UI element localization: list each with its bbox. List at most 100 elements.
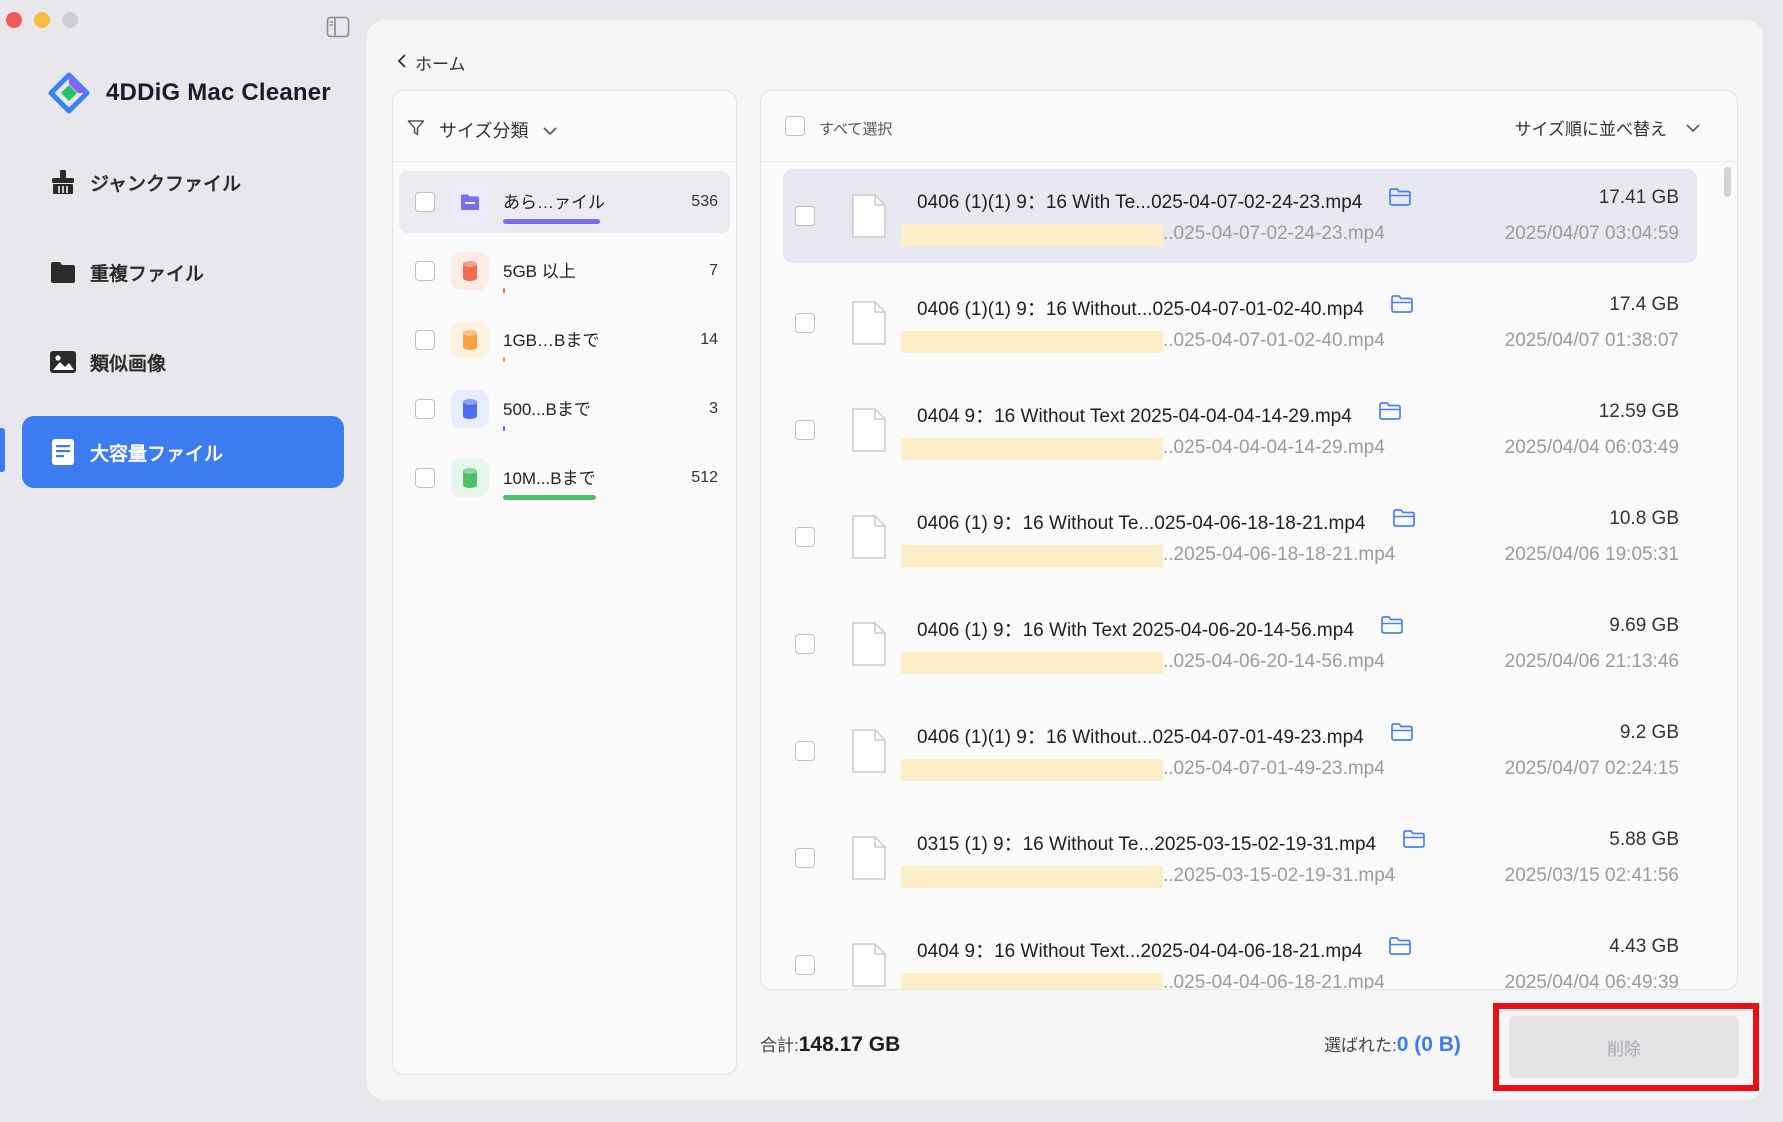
redacted-path <box>901 973 1163 989</box>
open-folder-icon[interactable] <box>1392 508 1416 528</box>
open-folder-icon[interactable] <box>1388 936 1412 956</box>
open-folder-icon[interactable] <box>1378 401 1402 421</box>
open-folder-icon[interactable] <box>1380 615 1404 635</box>
file-name: 0406 (1)(1) 9：16 Without...025-04-07-01-… <box>917 299 1364 320</box>
file-path: ..025-04-04-06-18-21.mp4 <box>1163 972 1385 990</box>
sidebar-item-similar-images[interactable]: 類似画像 <box>22 326 344 398</box>
category-row[interactable]: 500...Bまで 3 <box>399 378 730 440</box>
document-icon <box>852 408 886 452</box>
active-marker <box>0 428 5 472</box>
total-value: 148.17 GB <box>798 1033 901 1056</box>
file-checkbox[interactable] <box>795 741 815 761</box>
file-row[interactable]: 0404 9：16 Without Text...2025-04-04-06-1… <box>783 918 1697 990</box>
category-row[interactable]: 1GB…Bまで 14 <box>399 309 730 371</box>
category-count: 3 <box>709 400 718 417</box>
file-row[interactable]: 0406 (1) 9：16 Without Te...025-04-06-18-… <box>783 490 1697 584</box>
select-all-label[interactable]: すべて選択 <box>819 118 892 139</box>
sidebar-item-duplicate-files[interactable]: 重複ファイル <box>22 236 344 308</box>
file-size: 17.4 GB <box>1609 294 1679 315</box>
broom-icon <box>48 167 78 197</box>
category-count: 7 <box>709 262 718 279</box>
category-size-bar <box>503 495 596 500</box>
category-row[interactable]: 5GB 以上 7 <box>399 240 730 302</box>
divider <box>761 161 1737 162</box>
file-path: ..025-04-07-01-02-40.mp4 <box>1163 330 1385 351</box>
redacted-path <box>901 331 1163 353</box>
filter-icon <box>407 119 425 142</box>
selected-size: 選ばれた:0 (0 B) <box>1324 1031 1461 1057</box>
app-logo-icon <box>48 72 90 114</box>
sidebar-item-large-files[interactable]: 大容量ファイル <box>22 416 344 488</box>
file-checkbox[interactable] <box>795 420 815 440</box>
cylinder-icon <box>451 390 489 428</box>
open-folder-icon[interactable] <box>1390 294 1414 314</box>
file-name: 0406 (1)(1) 9：16 Without...025-04-07-01-… <box>917 727 1364 748</box>
file-date: 2025/04/07 01:38:07 <box>1504 330 1679 351</box>
category-label: 10M...Bまで <box>503 469 596 488</box>
file-name: 0406 (1)(1) 9：16 With Te...025-04-07-02-… <box>917 192 1363 213</box>
category-checkbox[interactable] <box>415 261 435 281</box>
file-row[interactable]: 0315 (1) 9：16 Without Te...2025-03-15-02… <box>783 811 1697 905</box>
open-folder-icon[interactable] <box>1388 187 1412 207</box>
sort-dropdown[interactable]: サイズ順に並べ替え <box>1515 115 1702 140</box>
file-row[interactable]: 0406 (1)(1) 9：16 With Te...025-04-07-02-… <box>783 169 1697 263</box>
open-folder-icon[interactable] <box>1402 829 1426 849</box>
scrollbar-thumb[interactable] <box>1724 167 1731 197</box>
size-category-dropdown[interactable]: サイズ分類 <box>407 117 558 143</box>
open-folder-icon[interactable] <box>1390 722 1414 742</box>
file-name: 0404 9：16 Without Text 2025-04-04-04-14-… <box>917 406 1352 427</box>
file-row[interactable]: 0404 9：16 Without Text 2025-04-04-04-14-… <box>783 383 1697 477</box>
document-icon <box>852 301 886 345</box>
cylinder-icon <box>451 459 489 497</box>
category-size-bar <box>503 426 505 431</box>
back-button[interactable]: ホーム <box>397 50 466 75</box>
redacted-path <box>901 759 1163 781</box>
file-size: 9.2 GB <box>1619 722 1679 743</box>
category-checkbox[interactable] <box>415 468 435 488</box>
file-size: 17.41 GB <box>1598 187 1679 208</box>
file-row[interactable]: 0406 (1)(1) 9：16 Without...025-04-07-01-… <box>783 276 1697 370</box>
file-path: ..2025-03-15-02-19-31.mp4 <box>1163 865 1396 886</box>
file-checkbox[interactable] <box>795 634 815 654</box>
file-row[interactable]: 0406 (1) 9：16 With Text 2025-04-06-20-14… <box>783 597 1697 691</box>
redacted-path <box>901 438 1163 460</box>
file-size: 10.8 GB <box>1609 508 1679 529</box>
select-all-checkbox[interactable] <box>785 116 805 136</box>
file-row[interactable]: 0406 (1)(1) 9：16 Without...025-04-07-01-… <box>783 704 1697 798</box>
file-name: 0406 (1) 9：16 Without Te...025-04-06-18-… <box>917 513 1366 534</box>
redacted-path <box>901 652 1163 674</box>
total-size: 合計:148.17 GB <box>760 1031 900 1057</box>
divider <box>393 161 736 162</box>
file-checkbox[interactable] <box>795 955 815 975</box>
category-checkbox[interactable] <box>415 330 435 350</box>
category-count: 512 <box>691 469 718 486</box>
category-row[interactable]: 10M...Bまで 512 <box>399 447 730 509</box>
file-checkbox[interactable] <box>795 313 815 333</box>
sidebar-item-label: ジャンクファイル <box>90 173 242 195</box>
image-icon <box>48 347 78 377</box>
category-checkbox[interactable] <box>415 192 435 212</box>
redacted-path <box>901 545 1163 567</box>
category-size-bar <box>503 288 505 293</box>
category-label: 5GB 以上 <box>503 262 576 281</box>
file-date: 2025/04/06 19:05:31 <box>1504 544 1679 565</box>
chevron-down-icon <box>1685 118 1701 138</box>
file-checkbox[interactable] <box>795 848 815 868</box>
category-checkbox[interactable] <box>415 399 435 419</box>
category-count: 536 <box>691 193 718 210</box>
file-date: 2025/04/06 21:13:46 <box>1504 651 1679 672</box>
sidebar-item-junk-files[interactable]: ジャンクファイル <box>22 146 344 218</box>
file-size: 5.88 GB <box>1609 829 1679 850</box>
document-icon <box>852 515 886 559</box>
file-date: 2025/04/04 06:03:49 <box>1504 437 1679 458</box>
folder-icon <box>451 183 489 221</box>
category-row[interactable]: あら…ァイル 536 <box>399 171 730 233</box>
sidebar-item-label: 類似画像 <box>90 353 167 375</box>
file-path: ..025-04-06-20-14-56.mp4 <box>1163 651 1385 672</box>
sidebar-item-label: 重複ファイル <box>90 263 205 285</box>
delete-button[interactable]: 削除 <box>1509 1016 1739 1078</box>
file-name: 0315 (1) 9：16 Without Te...2025-03-15-02… <box>917 834 1377 855</box>
file-checkbox[interactable] <box>795 206 815 226</box>
file-path: ..2025-04-06-18-18-21.mp4 <box>1163 544 1396 565</box>
file-checkbox[interactable] <box>795 527 815 547</box>
